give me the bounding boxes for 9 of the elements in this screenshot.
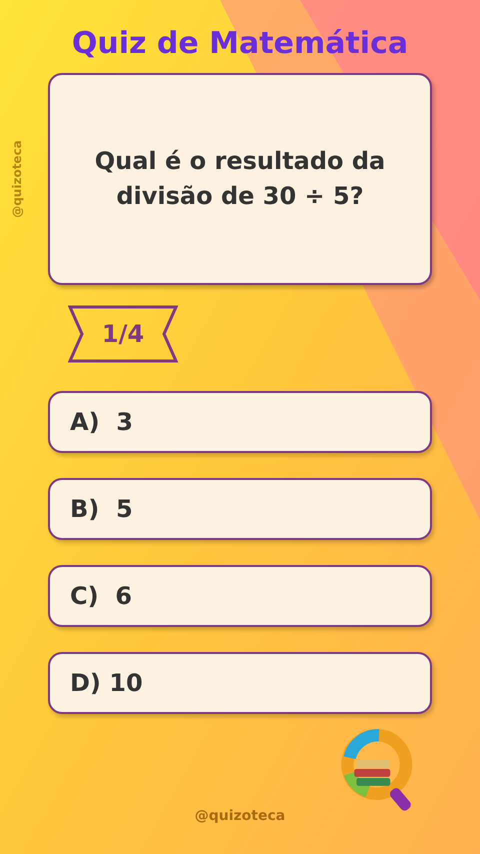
answer-option[interactable]: D) 10 bbox=[48, 652, 432, 714]
channel-handle: @quizoteca bbox=[10, 140, 24, 218]
channel-handle: @quizoteca bbox=[194, 808, 286, 824]
progress-banner: 1/4 bbox=[68, 305, 178, 363]
answer-option[interactable]: A) 3 bbox=[48, 391, 432, 453]
answer-option[interactable]: C) 6 bbox=[48, 565, 432, 627]
answer-option[interactable]: B) 5 bbox=[48, 478, 432, 540]
question-text: Qual é o resultado da divisão de 30 ÷ 5? bbox=[94, 146, 386, 212]
quiz-title: Quiz de Matemática bbox=[70, 26, 410, 61]
